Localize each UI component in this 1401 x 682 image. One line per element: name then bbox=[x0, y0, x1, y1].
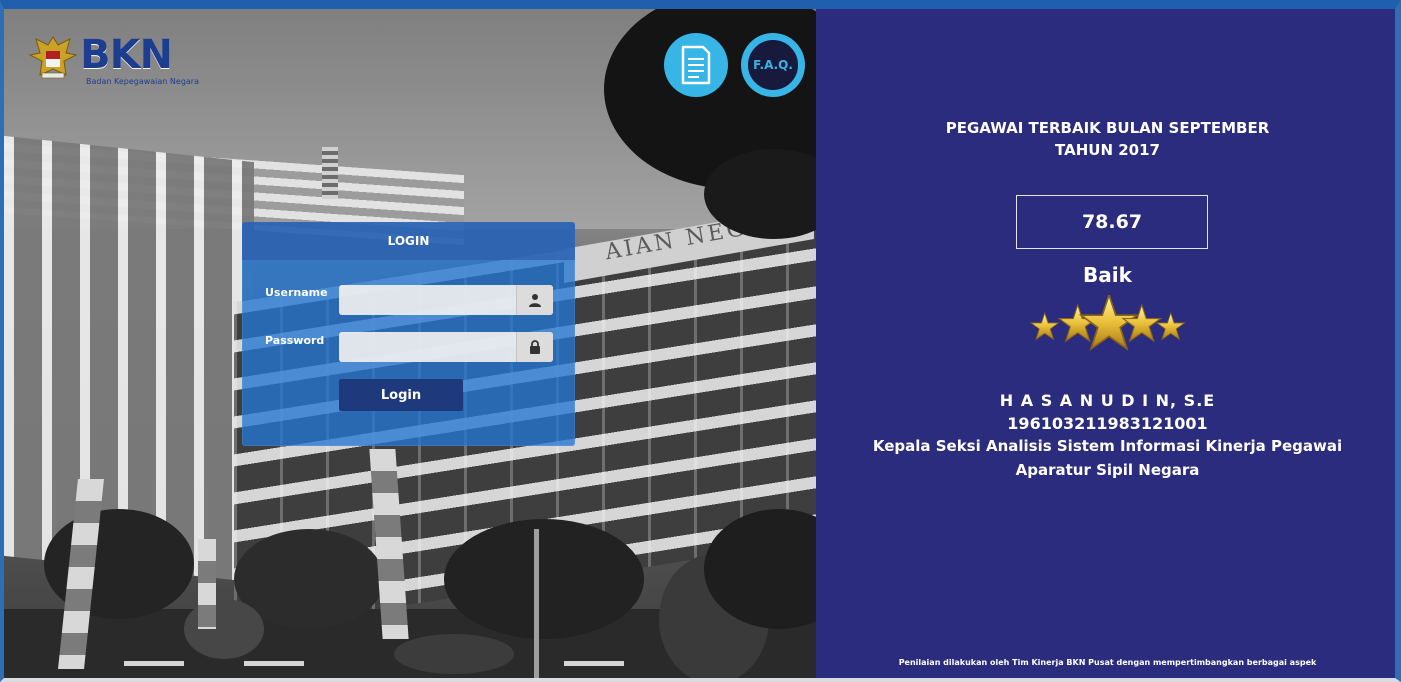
award-heading-line2: TAHUN 2017 bbox=[1055, 141, 1160, 159]
lock-icon bbox=[530, 340, 540, 354]
employee-position-line2: Aparatur Sipil Negara bbox=[1015, 461, 1200, 479]
tree bbox=[444, 519, 644, 639]
document-icon bbox=[681, 45, 711, 85]
user-icon bbox=[529, 294, 541, 307]
faq-label: F.A.Q. bbox=[746, 38, 800, 92]
star-icon bbox=[1121, 303, 1163, 343]
flag bbox=[198, 539, 216, 629]
lamp-pole bbox=[534, 529, 539, 678]
assessment-footnote: Penilaian dilakukan oleh Tim Kinerja BKN… bbox=[898, 658, 1317, 667]
login-title: LOGIN bbox=[242, 222, 575, 260]
username-addon bbox=[516, 285, 553, 315]
logo-subtext: Badan Kepegawaian Negara bbox=[86, 77, 199, 86]
rating-stars bbox=[1029, 295, 1186, 351]
employee-name: H A S A N U D I N, S.E bbox=[999, 391, 1216, 410]
faq-button[interactable]: F.A.Q. bbox=[741, 33, 805, 97]
username-label: Username bbox=[265, 286, 328, 299]
star-icon bbox=[1155, 311, 1186, 341]
login-panel: LOGIN Username Password Login bbox=[242, 222, 575, 446]
password-label: Password bbox=[265, 334, 325, 347]
employee-position-line1: Kepala Seksi Analisis Sistem Informasi K… bbox=[872, 437, 1343, 455]
document-button[interactable] bbox=[664, 33, 728, 97]
tree bbox=[184, 599, 264, 659]
logo-text: BKN bbox=[80, 32, 173, 78]
antenna bbox=[322, 147, 338, 199]
login-button[interactable]: Login bbox=[339, 379, 463, 411]
grade-label: Baik bbox=[1083, 263, 1132, 287]
star-icon bbox=[1029, 311, 1060, 341]
garuda-emblem-icon bbox=[28, 36, 78, 79]
road-marking bbox=[564, 661, 624, 666]
page-frame: AIAN NEGARA BKN Badan Kepegawaian Negara bbox=[0, 0, 1401, 682]
bkn-logo[interactable]: BKN Badan Kepegawaian Negara bbox=[26, 31, 216, 91]
tree bbox=[394, 634, 514, 674]
username-field bbox=[339, 285, 553, 315]
score-value: 78.67 bbox=[1016, 195, 1208, 249]
password-field bbox=[339, 332, 553, 362]
username-input[interactable] bbox=[339, 285, 516, 315]
road-marking bbox=[244, 661, 304, 666]
employee-nip: 196103211983121001 bbox=[1007, 414, 1208, 433]
employee-of-month-panel: PEGAWAI TERBAIK BULAN SEPTEMBER TAHUN 20… bbox=[816, 9, 1395, 678]
password-input[interactable] bbox=[339, 332, 516, 362]
password-addon bbox=[516, 332, 553, 362]
award-heading-line1: PEGAWAI TERBAIK BULAN SEPTEMBER bbox=[945, 119, 1270, 137]
road-marking bbox=[124, 661, 184, 666]
